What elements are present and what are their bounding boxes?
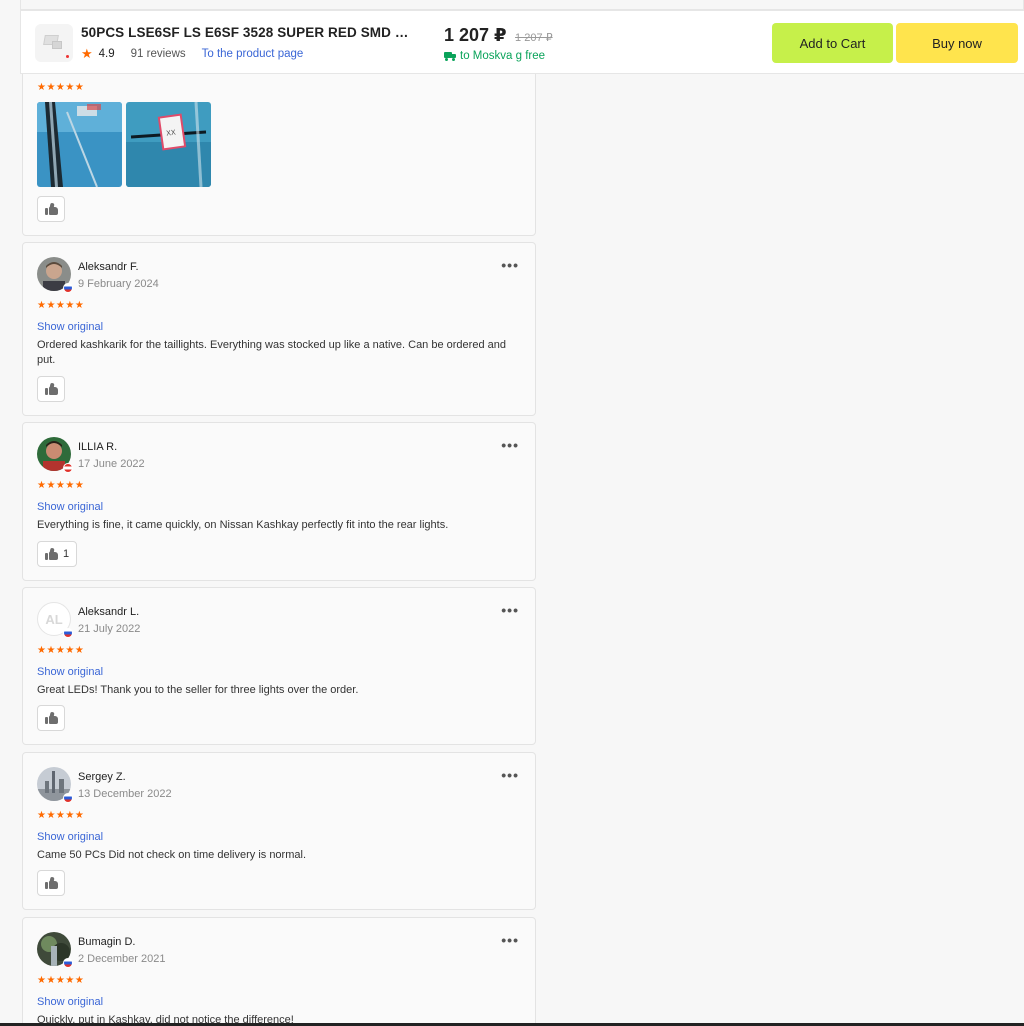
review-text: Came 50 PCs Did not check on time delive… [37, 849, 306, 861]
like-button[interactable] [37, 196, 65, 222]
product-thumbnail[interactable] [35, 24, 73, 62]
show-original-link[interactable]: Show original [37, 996, 103, 1008]
review-stars: ★★★★★ [37, 300, 85, 311]
review-stars: ★★★★★ [37, 810, 85, 821]
show-original-link[interactable]: Show original [37, 321, 103, 333]
review-text: Ordered kashkarik for the taillights. Ev… [37, 339, 506, 366]
review-count[interactable]: 91 reviews [131, 48, 186, 60]
review-card: Aleksandr F. 9 February 2024 ••• ★★★★★ S… [22, 242, 536, 416]
review-stars: ★★★★★ [37, 82, 85, 93]
led-chip-image-2 [52, 41, 62, 49]
buy-now-button[interactable]: Buy now [896, 23, 1018, 63]
more-options-icon[interactable]: ••• [501, 437, 519, 453]
like-button[interactable] [37, 705, 65, 731]
product-sticky-bar: 50PCS LSE6SF LS E6SF 3528 SUPER RED SMD … [20, 10, 1024, 74]
review-photo-2[interactable]: XX [126, 102, 211, 187]
review-card: ILLIA R. 17 June 2022 ••• ★★★★★ Show ori… [22, 422, 536, 581]
review-text: Everything is fine, it came quickly, on … [37, 519, 449, 531]
like-button[interactable] [37, 870, 65, 896]
avatar-initials: AL [45, 611, 63, 627]
previous-bar-edge [20, 0, 1024, 10]
more-options-icon[interactable]: ••• [501, 932, 519, 948]
review-photo-1[interactable] [37, 102, 122, 187]
like-button[interactable]: 1 [37, 541, 77, 567]
flag-icon [63, 283, 73, 293]
thumbs-up-icon [44, 876, 58, 889]
more-options-icon[interactable]: ••• [501, 767, 519, 783]
show-original-link[interactable]: Show original [37, 666, 103, 678]
avatar[interactable] [37, 767, 73, 803]
review-date: 17 June 2022 [78, 458, 145, 470]
star-icon: ★ [81, 46, 93, 61]
avatar[interactable] [37, 932, 73, 968]
old-price: 1 207 ₽ [515, 32, 553, 44]
avatar[interactable]: AL [37, 602, 73, 638]
like-count: 1 [62, 548, 70, 560]
reviewer-name: Aleksandr L. [78, 606, 140, 618]
thumbs-up-icon [44, 202, 58, 215]
review-stars: ★★★★★ [37, 480, 85, 491]
flag-icon [63, 463, 73, 473]
svg-text:XX: XX [166, 129, 177, 138]
reviewer-name: ILLIA R. [78, 441, 118, 453]
more-options-icon[interactable]: ••• [501, 257, 519, 273]
avatar[interactable] [37, 257, 73, 293]
red-dot [66, 55, 69, 58]
review-card: AL Aleksandr L. 21 July 2022 ••• ★★★★★ S… [22, 587, 536, 745]
review-date: 21 July 2022 [78, 623, 141, 635]
product-title[interactable]: 50PCS LSE6SF LS E6SF 3528 SUPER RED SMD … [81, 25, 411, 40]
price-box: 1 207 ₽ 1 207 ₽ [444, 25, 553, 46]
review-stars: ★★★★★ [37, 645, 85, 656]
review-date: 2 December 2021 [78, 953, 166, 965]
review-stars: ★★★★★ [37, 975, 85, 986]
reviewer-name: Bumagin D. [78, 936, 136, 948]
flag-icon [63, 628, 73, 638]
more-options-icon[interactable]: ••• [501, 602, 519, 618]
product-rating: 4.9 [98, 48, 115, 60]
review-card: Bumagin D. 2 December 2021 ••• ★★★★★ Sho… [22, 917, 536, 1026]
reviewer-name: Aleksandr F. [78, 261, 139, 273]
flag-icon [63, 958, 73, 968]
review-date: 9 February 2024 [78, 278, 159, 290]
current-price: 1 207 ₽ [444, 25, 507, 45]
thumbs-up-icon [44, 711, 58, 724]
like-button[interactable] [37, 376, 65, 402]
truck-icon [444, 51, 456, 61]
show-original-link[interactable]: Show original [37, 831, 103, 843]
delivery-text: to Moskva g free [460, 50, 546, 62]
product-page-link[interactable]: To the product page [202, 48, 304, 60]
delivery-info: to Moskva g free [444, 50, 545, 62]
thumbs-up-icon [44, 547, 58, 560]
show-original-link[interactable]: Show original [37, 501, 103, 513]
review-date: 13 December 2022 [78, 788, 172, 800]
avatar[interactable] [37, 437, 73, 473]
add-to-cart-button[interactable]: Add to Cart [772, 23, 893, 63]
review-card: Sergey Z. 13 December 2022 ••• ★★★★★ Sho… [22, 752, 536, 910]
product-meta: ★ 4.9 91 reviews To the product page [81, 46, 303, 62]
review-card-partial: ★★★★★ XX [22, 60, 536, 236]
review-text: Great LEDs! Thank you to the seller for … [37, 684, 359, 696]
flag-icon [63, 793, 73, 803]
reviewer-name: Sergey Z. [78, 771, 126, 783]
thumbs-up-icon [44, 382, 58, 395]
